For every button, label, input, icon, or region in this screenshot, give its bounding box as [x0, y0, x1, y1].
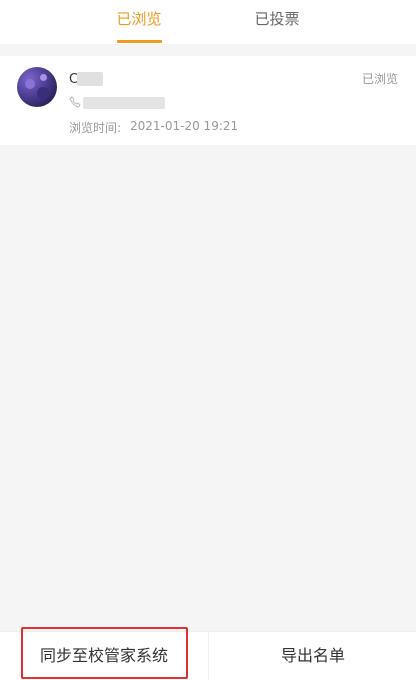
- tab-browsed[interactable]: 已浏览: [84, 0, 194, 44]
- export-list-button[interactable]: 导出名单: [208, 632, 416, 680]
- tab-voted[interactable]: 已投票: [222, 0, 332, 44]
- list-item[interactable]: C 已浏览 浏览时间: 2021-01-20 19:21: [0, 56, 416, 145]
- browse-time-label: 浏览时间:: [69, 121, 122, 135]
- user-name-blurred: [77, 72, 103, 86]
- active-tab-indicator: [117, 40, 162, 43]
- phone-number-blurred: [83, 97, 165, 109]
- status-badge: 已浏览: [362, 72, 399, 86]
- bottom-action-bar: 同步至校管家系统 导出名单: [0, 631, 416, 680]
- sync-to-system-button[interactable]: 同步至校管家系统: [0, 632, 208, 680]
- avatar: [17, 67, 57, 107]
- phone-icon: [69, 96, 81, 108]
- tab-bar: 已浏览 已投票: [0, 0, 416, 44]
- browse-time-value: 2021-01-20 19:21: [130, 119, 239, 133]
